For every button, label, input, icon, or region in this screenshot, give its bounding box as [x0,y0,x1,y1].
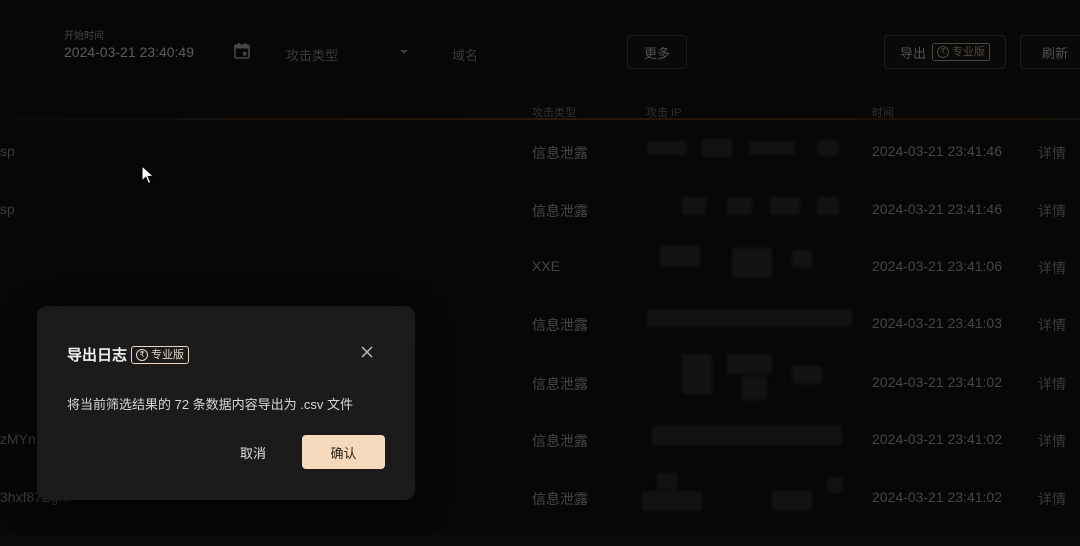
page: 开始时间 2024-03-21 23:40:49 攻击类型 域名 更多 导出 ₹… [0,0,1080,535]
pro-badge-label: 专业版 [151,348,185,361]
confirm-button[interactable]: 确认 [302,435,385,469]
mouse-cursor-icon [141,165,155,185]
dialog-title-row: 导出日志 ₹ 专业版 [67,344,190,365]
dialog-message: 将当前筛选结果的 72 条数据内容导出为 .csv 文件 [67,397,354,412]
pro-badge: ₹ 专业版 [131,345,190,364]
export-log-dialog: 导出日志 ₹ 专业版 将当前筛选结果的 72 条数据内容导出为 .csv 文件 … [37,306,415,500]
cancel-button[interactable]: 取消 [225,435,281,469]
cancel-label: 取消 [239,445,266,461]
confirm-label: 确认 [330,445,357,461]
close-icon[interactable] [360,345,374,359]
coin-icon: ₹ [136,348,149,361]
dialog-title: 导出日志 [67,347,128,364]
